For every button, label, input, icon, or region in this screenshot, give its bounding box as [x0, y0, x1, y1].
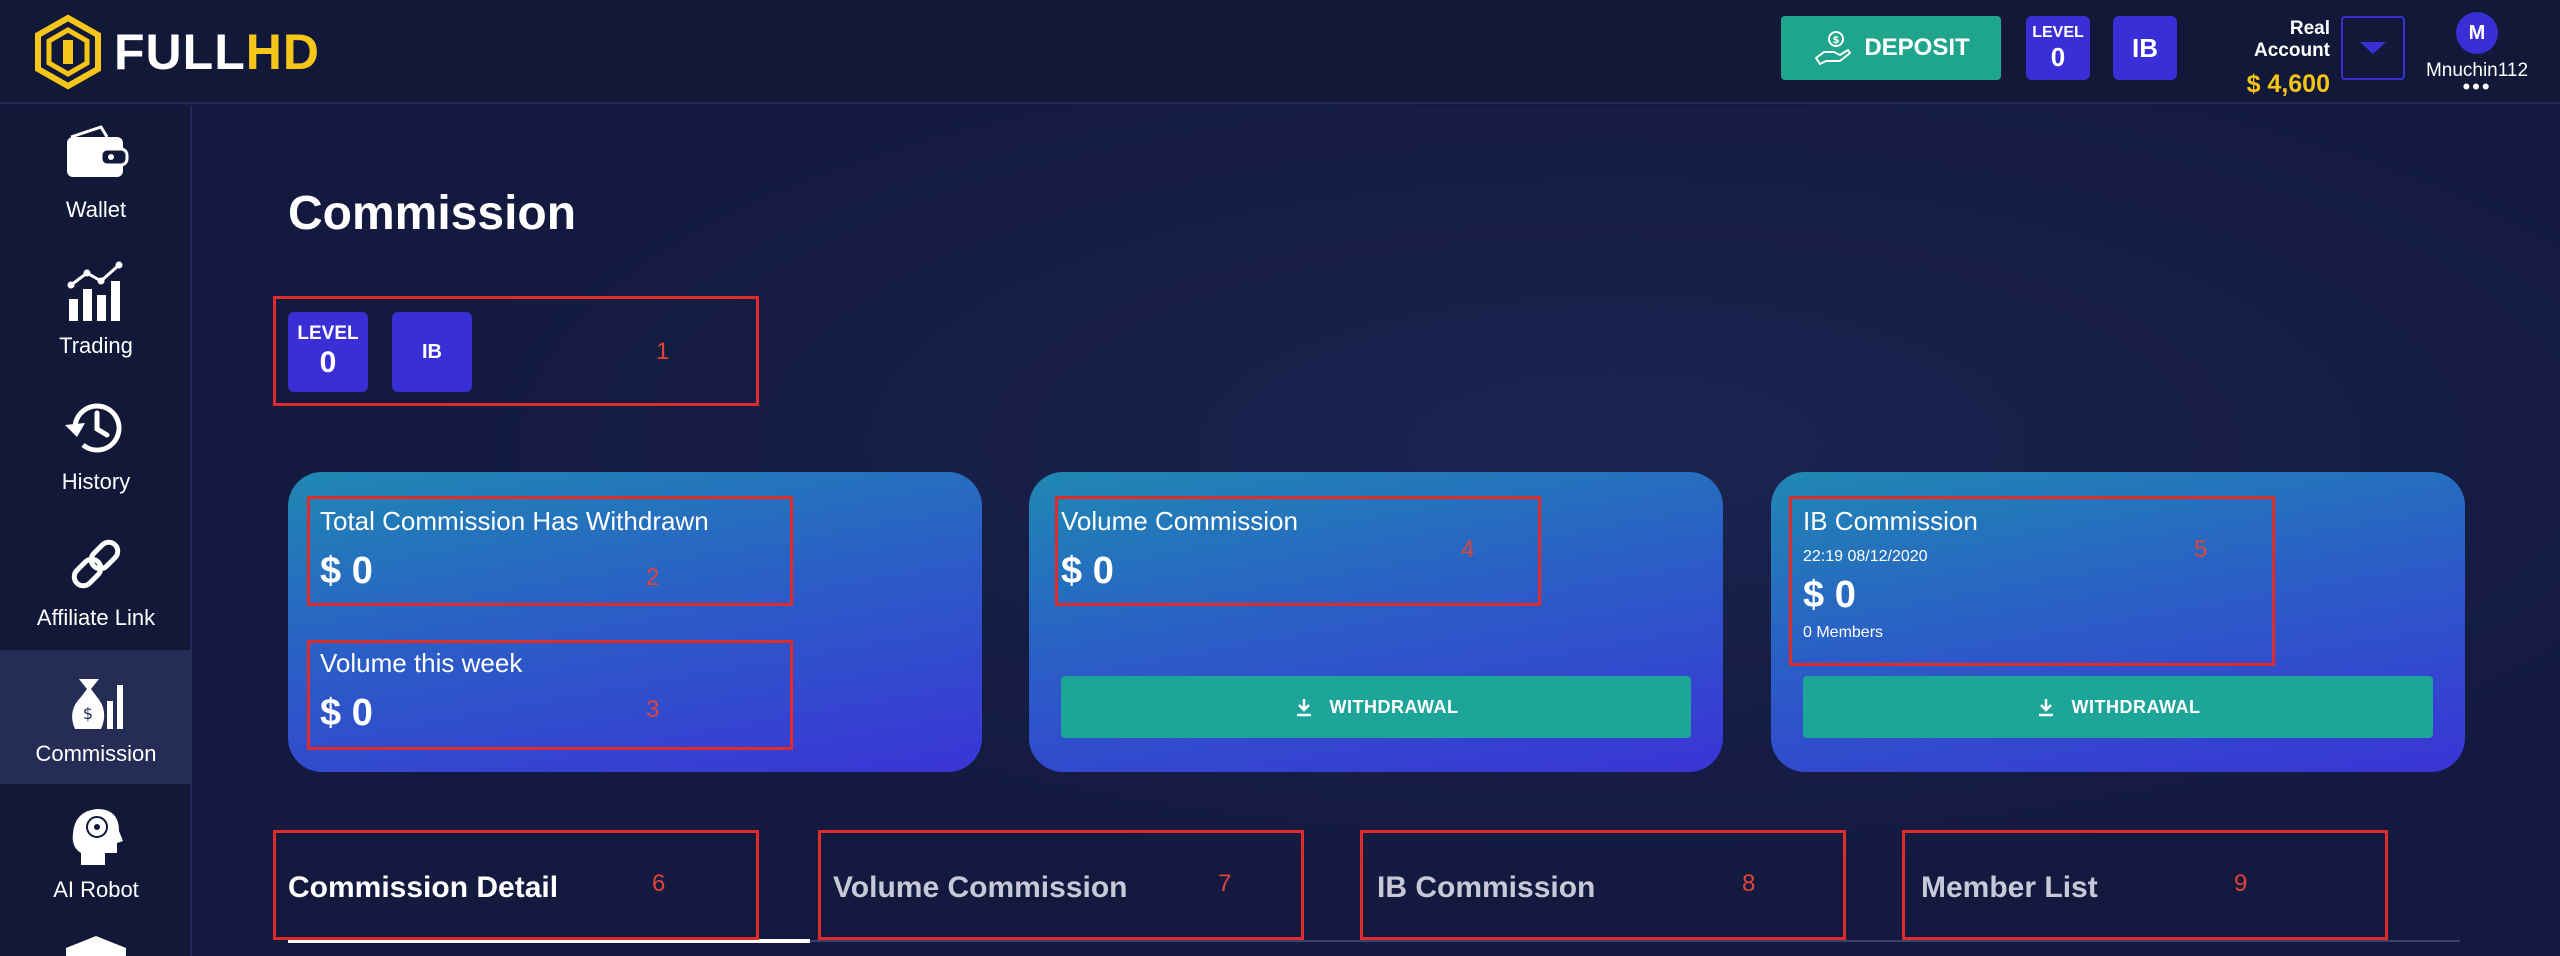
withdrawal-label: WITHDRAWAL	[2071, 696, 2201, 717]
level-badge: LEVEL 0	[288, 312, 368, 392]
history-icon	[65, 403, 122, 453]
sidebar-item-trading[interactable]: Trading	[0, 242, 192, 376]
brand-name-white: FULL	[114, 24, 246, 80]
sidebar-item-label: Commission	[35, 741, 157, 766]
sidebar-item-label: Wallet	[65, 197, 127, 222]
sidebar-item-ai-robot[interactable]: AI Robot	[0, 786, 192, 920]
header-level-label: LEVEL	[2032, 24, 2084, 41]
annotation-number: 4	[1461, 536, 1475, 563]
header-level-value: 0	[2050, 42, 2066, 72]
chevron-down-icon	[2360, 42, 2386, 54]
page-title: Commission	[288, 187, 577, 240]
sidebar-next-item-icon[interactable]	[66, 936, 126, 956]
annotation-box-3	[307, 640, 793, 750]
avatar: M	[2456, 12, 2498, 54]
brand-name-yellow: HD	[245, 24, 320, 80]
sidebar-item-commission[interactable]: $ Commission	[0, 650, 192, 784]
svg-text:$: $	[83, 704, 93, 723]
header-ib-badge[interactable]: IB	[2113, 16, 2177, 80]
sidebar-item-label: History	[61, 469, 131, 494]
annotation-number: 1	[656, 338, 670, 365]
annotation-number: 8	[1742, 870, 1756, 897]
annotation-box-6	[273, 830, 759, 940]
annotation-number: 9	[2234, 870, 2248, 897]
ib-badge: IB	[392, 312, 472, 392]
volume-withdrawal-button[interactable]: WITHDRAWAL	[1061, 676, 1691, 738]
account-summary: Real Account $ 4,600	[2210, 18, 2330, 99]
brand-name: FULLHD	[114, 23, 320, 81]
link-icon	[71, 539, 121, 589]
main-content: Commission LEVEL 0 IB 1 Total Commission…	[194, 106, 2560, 956]
sidebar-item-label: Trading	[59, 333, 133, 358]
annotation-box-5	[1789, 496, 2275, 666]
account-balance: $ 4,600	[2246, 70, 2330, 98]
annotation-number: 3	[646, 696, 660, 723]
level-label: LEVEL	[297, 323, 359, 344]
sidebar-item-label: AI Robot	[53, 877, 139, 902]
brand-logo[interactable]: FULLHD	[30, 12, 320, 92]
annotation-number: 6	[652, 870, 666, 897]
ai-head-icon	[72, 809, 123, 865]
account-dropdown-button[interactable]	[2341, 16, 2405, 80]
user-menu[interactable]: M Mnuchin112 •••	[2420, 12, 2534, 98]
level-value: 0	[319, 346, 337, 379]
deposit-button[interactable]: $ DEPOSIT	[1781, 16, 2001, 80]
download-icon	[1296, 699, 1311, 717]
sidebar: Wallet Trading History Affiliate Link $ …	[0, 106, 192, 956]
hexagon-logo-icon	[35, 14, 101, 90]
trading-chart-icon	[67, 261, 123, 321]
deposit-label: DEPOSIT	[1864, 34, 1970, 61]
sidebar-item-wallet[interactable]: Wallet	[0, 106, 192, 240]
download-icon	[2038, 699, 2053, 717]
annotation-box-8	[1360, 830, 1846, 940]
deposit-hand-coin-icon: $	[1815, 31, 1852, 65]
sidebar-item-history[interactable]: History	[0, 378, 192, 512]
annotation-box-2	[307, 496, 793, 606]
money-bag-icon: $	[72, 679, 123, 729]
annotation-number: 2	[646, 564, 660, 591]
annotation-box-9	[1902, 830, 2388, 940]
header-level-badge[interactable]: LEVEL 0	[2026, 16, 2090, 80]
account-type-label: Real Account	[2254, 18, 2330, 61]
annotation-number: 7	[1218, 870, 1232, 897]
wallet-icon	[67, 125, 129, 177]
sidebar-item-label: Affiliate Link	[36, 605, 156, 630]
top-header: FULLHD $ DEPOSIT LEVEL 0 IB Real Account…	[0, 0, 2560, 104]
withdrawal-label: WITHDRAWAL	[1329, 696, 1459, 717]
more-dots-icon[interactable]: •••	[2420, 76, 2534, 98]
sidebar-item-affiliate-link[interactable]: Affiliate Link	[0, 514, 192, 648]
ib-withdrawal-button[interactable]: WITHDRAWAL	[1803, 676, 2433, 738]
svg-text:$: $	[1833, 35, 1840, 46]
annotation-number: 5	[2194, 536, 2208, 563]
